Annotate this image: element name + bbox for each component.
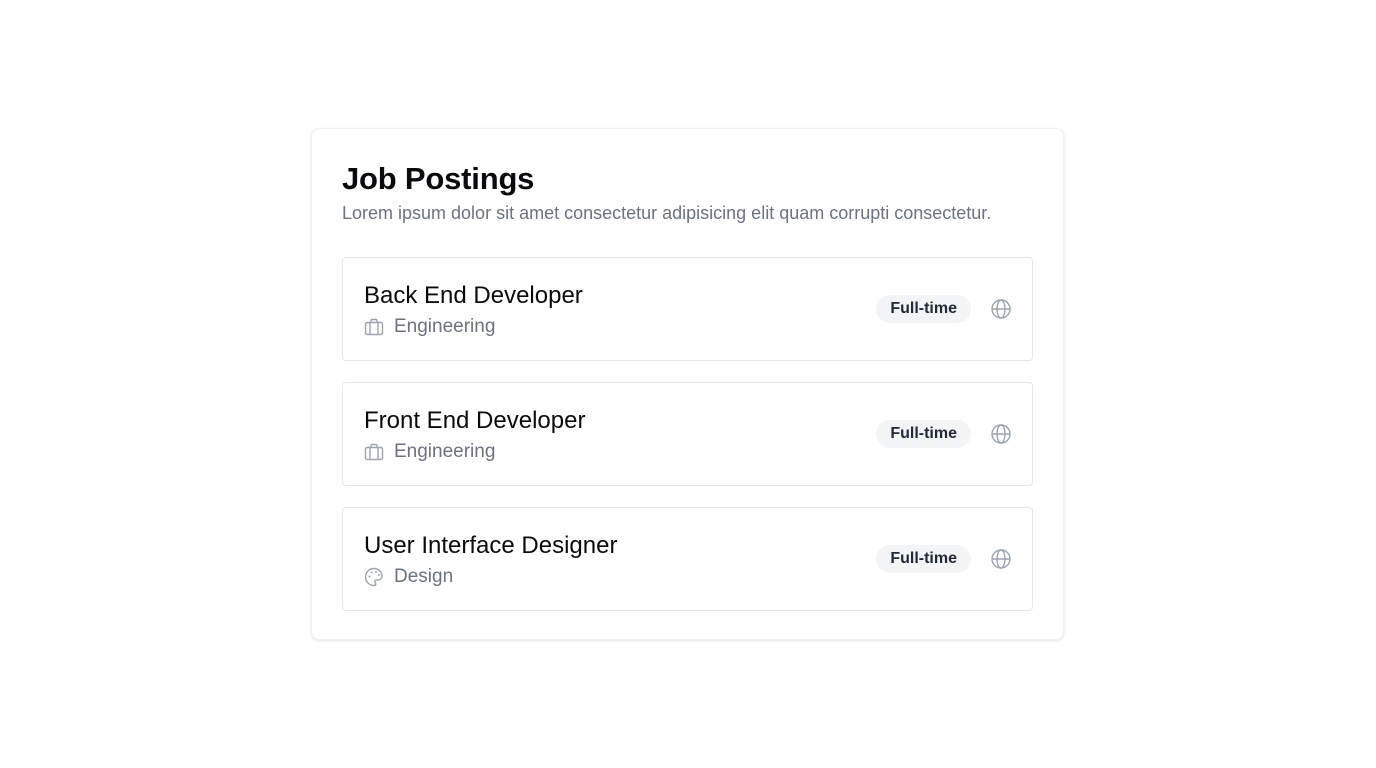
globe-icon <box>990 423 1012 445</box>
page-subtitle: Lorem ipsum dolor sit amet consectetur a… <box>342 203 992 223</box>
job-department: Engineering <box>364 315 495 339</box>
job-posting-user-interface-designer[interactable]: User Interface Designer Design Full-time <box>342 507 1033 611</box>
page-title: Job Postings <box>342 161 535 196</box>
globe-icon <box>990 548 1012 570</box>
job-posting-back-end-developer[interactable]: Back End Developer Engineering Full-time <box>342 257 1033 361</box>
globe-icon <box>990 298 1012 320</box>
job-title: User Interface Designer <box>364 532 618 559</box>
briefcase-icon <box>364 317 384 337</box>
job-title: Front End Developer <box>364 407 586 434</box>
employment-type-badge: Full-time <box>876 295 971 323</box>
job-title: Back End Developer <box>364 282 583 309</box>
job-posting-front-end-developer[interactable]: Front End Developer Engineering Full-tim… <box>342 382 1033 486</box>
briefcase-icon <box>364 442 384 462</box>
job-department: Engineering <box>364 440 495 464</box>
job-department-label: Engineering <box>394 316 496 337</box>
job-department-label: Design <box>394 566 454 587</box>
job-postings-card: Job Postings Lorem ipsum dolor sit amet … <box>311 128 1064 640</box>
job-department-label: Engineering <box>394 441 496 462</box>
employment-type-badge: Full-time <box>876 420 971 448</box>
job-list: Back End Developer Engineering Full-time <box>342 257 1033 611</box>
palette-icon <box>364 567 384 587</box>
employment-type-badge: Full-time <box>876 545 971 573</box>
job-department: Design <box>364 565 453 589</box>
